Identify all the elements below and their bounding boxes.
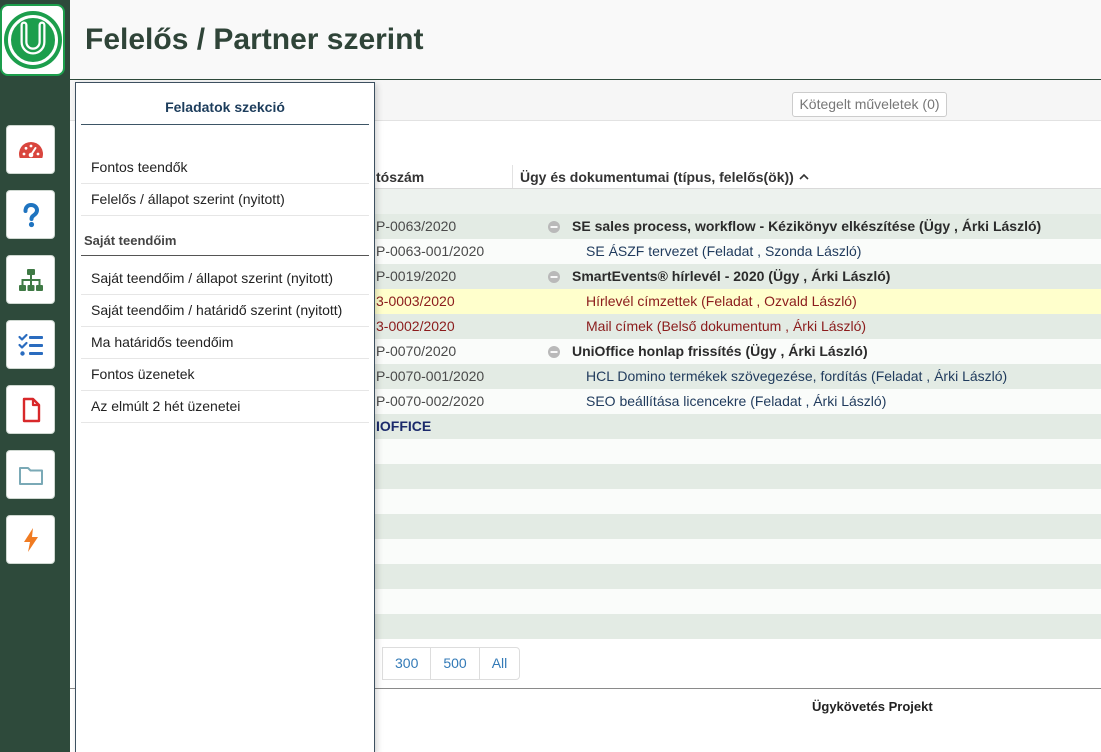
menu-item[interactable]: Ma határidős teendőim [81,327,369,359]
file-icon [22,397,40,422]
sidebar-item-gauge[interactable] [6,125,55,174]
table-header: tószám Ügy és dokumentumai (típus, felel… [374,165,1101,189]
column-header-case-label: Ügy és dokumentumai (típus, felelős(ök)) [520,168,794,185]
table-row-empty [374,589,1101,614]
chevron-up-icon [799,173,809,180]
sitemap-icon [18,268,43,291]
row-title: UniOffice honlap frissítés (Ügy , Árki L… [572,343,868,359]
menu-item[interactable]: Saját teendőim / határidő szerint (nyito… [81,295,369,327]
page-title: Felelős / Partner szerint [85,23,424,56]
page-size-selector: 300 500 All [382,647,521,680]
table-row[interactable]: P-0070-002/2020 SEO beállítása licencekr… [374,389,1101,414]
row-title-cell: SmartEvents® hírlevél - 2020 (Ügy , Árki… [512,264,1101,289]
table-row[interactable]: P-0063-001/2020 SE ÁSZF tervezet (Felada… [374,239,1101,264]
menu-item[interactable]: Felelős / állapot szerint (nyitott) [81,184,369,216]
sidebar-item-folder[interactable] [6,450,55,499]
uni-logo-icon [3,11,62,69]
table-row[interactable]: P-0063/2020 SE sales process, workflow -… [374,214,1101,239]
gauge-icon [18,141,43,158]
task-table: tószám Ügy és dokumentumai (típus, felel… [374,165,1101,639]
table-row-empty [374,514,1101,539]
table-row[interactable]: 3-0002/2020 Mail címek (Belső dokumentum… [374,314,1101,339]
table-row-empty [374,489,1101,514]
table-row-empty [374,464,1101,489]
row-title: Hírlevél címzettek (Feladat , Ozvald Lás… [586,293,857,309]
row-title-cell: UniOffice honlap frissítés (Ügy , Árki L… [512,339,1101,364]
row-title-cell: Hírlevél címzettek (Feladat , Ozvald Lás… [512,289,1101,314]
row-title: HCL Domino termékek szövegezése, fordítá… [586,368,1008,384]
minus-circle-icon[interactable] [548,220,560,233]
row-number: 3-0003/2020 [376,293,455,309]
table-filter-row[interactable] [374,189,1101,214]
column-header-number[interactable]: tószám [374,165,512,188]
row-title: SmartEvents® hírlevél - 2020 (Ügy , Árki… [572,268,891,284]
table-row-empty [374,614,1101,639]
menu-section-list: Saját teendőim / állapot szerint (nyitot… [76,263,374,423]
table-category-row[interactable]: IOFFICE [374,414,1101,439]
sidebar [0,0,70,752]
sidebar-item-help[interactable] [6,190,55,239]
menu-section-header: Saját teendőim [81,225,369,256]
row-title: SEO beállítása licencekre (Feladat , Árk… [586,393,887,409]
question-icon [23,202,39,227]
category-label: IOFFICE [376,418,432,434]
row-number: P-0070-002/2020 [376,393,485,409]
folder-icon [18,466,43,485]
minus-circle-icon[interactable] [548,345,560,358]
row-number: P-0070-001/2020 [376,368,485,384]
row-number: P-0063/2020 [376,218,457,234]
table-row[interactable]: P-0070/2020 UniOffice honlap frissítés (… [374,339,1101,364]
page-size-option[interactable]: 300 [382,647,432,680]
table-row-empty [374,439,1101,464]
row-title-cell: Mail címek (Belső dokumentum , Árki Lász… [512,314,1101,339]
row-number: P-0019/2020 [376,268,457,284]
row-title-cell: SE ÁSZF tervezet (Feladat , Szonda Lászl… [512,239,1101,264]
page-size-option[interactable]: 500 [430,647,480,680]
row-title: SE sales process, workflow - Kézikönyv e… [572,218,1042,234]
bolt-icon [23,527,38,552]
row-number: P-0063-001/2020 [376,243,485,259]
table-row-highlighted[interactable]: 3-0003/2020 Hírlevél címzettek (Feladat … [374,289,1101,314]
page-size-option[interactable]: All [478,647,521,680]
menu-title: Feladatok szekció [81,83,369,125]
table-row[interactable]: P-0019/2020 SmartEvents® hírlevél - 2020… [374,264,1101,289]
menu-item[interactable]: Saját teendőim / állapot szerint (nyitot… [81,263,369,295]
tasks-section-menu: Feladatok szekció Fontos teendők Felelős… [75,82,375,752]
sidebar-item-document[interactable] [6,385,55,434]
row-number: 3-0002/2020 [376,318,455,334]
table-row-empty [374,564,1101,589]
footer-project-name: Ügykövetés Projekt [812,699,933,714]
menu-list: Fontos teendők Felelős / állapot szerint… [76,152,374,216]
page-header: Felelős / Partner szerint [70,0,1101,80]
sidebar-item-bolt[interactable] [6,515,55,564]
row-title: Mail címek (Belső dokumentum , Árki Lász… [586,318,867,334]
table-row-empty [374,539,1101,564]
table-body: P-0063/2020 SE sales process, workflow -… [374,189,1101,639]
menu-item[interactable]: Az elmúlt 2 hét üzenetei [81,391,369,423]
table-row[interactable]: P-0070-001/2020 HCL Domino termékek szöv… [374,364,1101,389]
minus-circle-icon[interactable] [548,270,560,283]
row-title: SE ÁSZF tervezet (Feladat , Szonda Lászl… [586,243,862,259]
batch-actions-button[interactable]: Kötegelt műveletek (0) [792,92,947,117]
row-title-cell: SE sales process, workflow - Kézikönyv e… [512,214,1101,239]
row-title-cell: SEO beállítása licencekre (Feladat , Árk… [512,389,1101,414]
sidebar-item-sitemap[interactable] [6,255,55,304]
sidebar-item-checklist[interactable] [6,320,55,369]
row-number: P-0070/2020 [376,343,457,359]
row-title-cell: HCL Domino termékek szövegezése, fordítá… [512,364,1101,389]
column-header-case[interactable]: Ügy és dokumentumai (típus, felelős(ök)) [512,165,1101,188]
menu-item[interactable]: Fontos üzenetek [81,359,369,391]
app-logo[interactable] [0,4,65,76]
list-check-icon [17,333,43,356]
menu-item[interactable]: Fontos teendők [81,152,369,184]
